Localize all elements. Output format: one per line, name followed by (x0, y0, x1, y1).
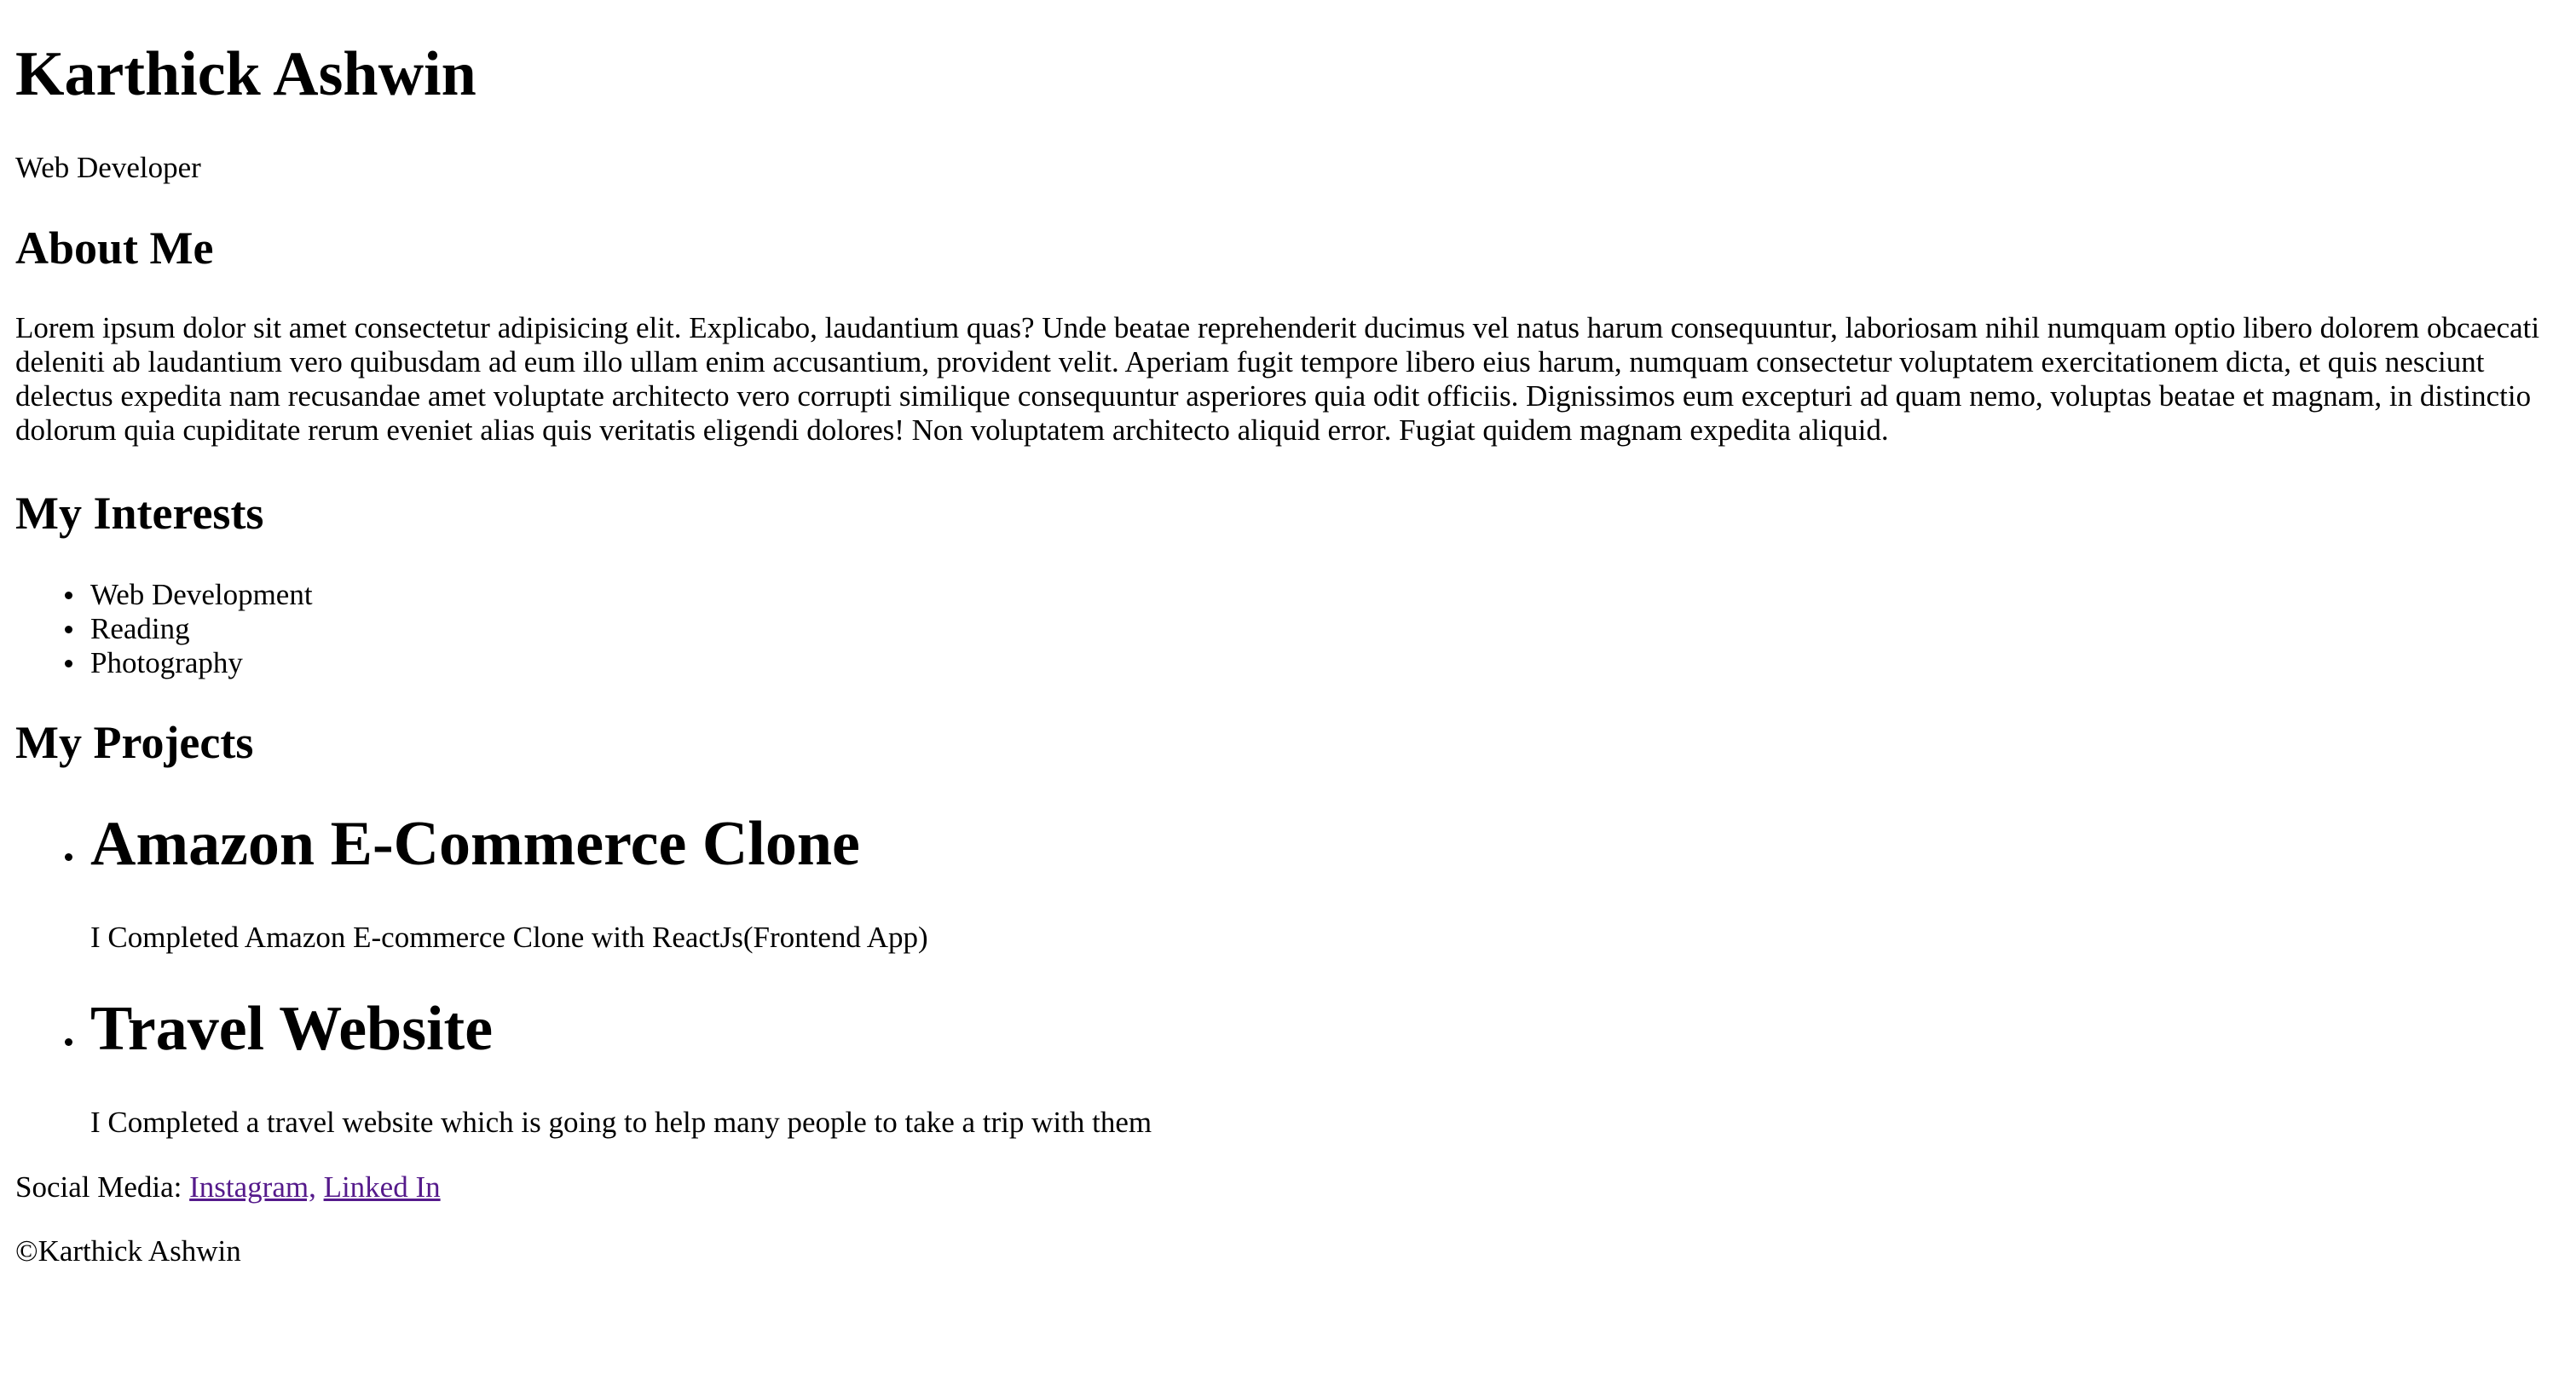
page-title: Karthick Ashwin (15, 39, 477, 109)
project-title: Travel Website (90, 994, 494, 1064)
list-item: Reading (0, 612, 313, 646)
role-subtitle: Web Developer (15, 151, 201, 184)
bullet-icon (65, 592, 72, 599)
about-heading: About Me (15, 222, 214, 274)
copyright-footer: ©Karthick Ashwin (15, 1234, 241, 1268)
social-media-label: Social Media: (15, 1170, 190, 1204)
bullet-icon (65, 660, 72, 667)
interest-label: Photography (90, 646, 243, 679)
portfolio-page: Karthick Ashwin Web Developer About Me L… (0, 0, 2576, 1398)
interests-list: Web Development Reading Photography (0, 578, 313, 680)
bullet-icon (65, 1038, 72, 1046)
project-description: I Completed a travel website which is go… (90, 1106, 1152, 1139)
interest-label: Web Development (90, 578, 313, 611)
interest-label: Reading (90, 612, 190, 645)
list-item: Photography (0, 646, 313, 680)
project-description: I Completed Amazon E-commerce Clone with… (90, 921, 928, 954)
linkedin-link[interactable]: Linked In (324, 1170, 441, 1204)
interests-heading: My Interests (15, 488, 264, 539)
bullet-icon (65, 626, 72, 633)
instagram-link[interactable]: Instagram, (189, 1170, 316, 1204)
list-item: Web Development (0, 578, 313, 612)
about-paragraph: Lorem ipsum dolor sit amet consectetur a… (15, 311, 2540, 447)
bullet-icon (65, 853, 72, 861)
project-title: Amazon E-Commerce Clone (90, 809, 860, 879)
projects-heading: My Projects (15, 717, 254, 768)
social-media-line: Social Media: Instagram, Linked In (15, 1170, 441, 1204)
